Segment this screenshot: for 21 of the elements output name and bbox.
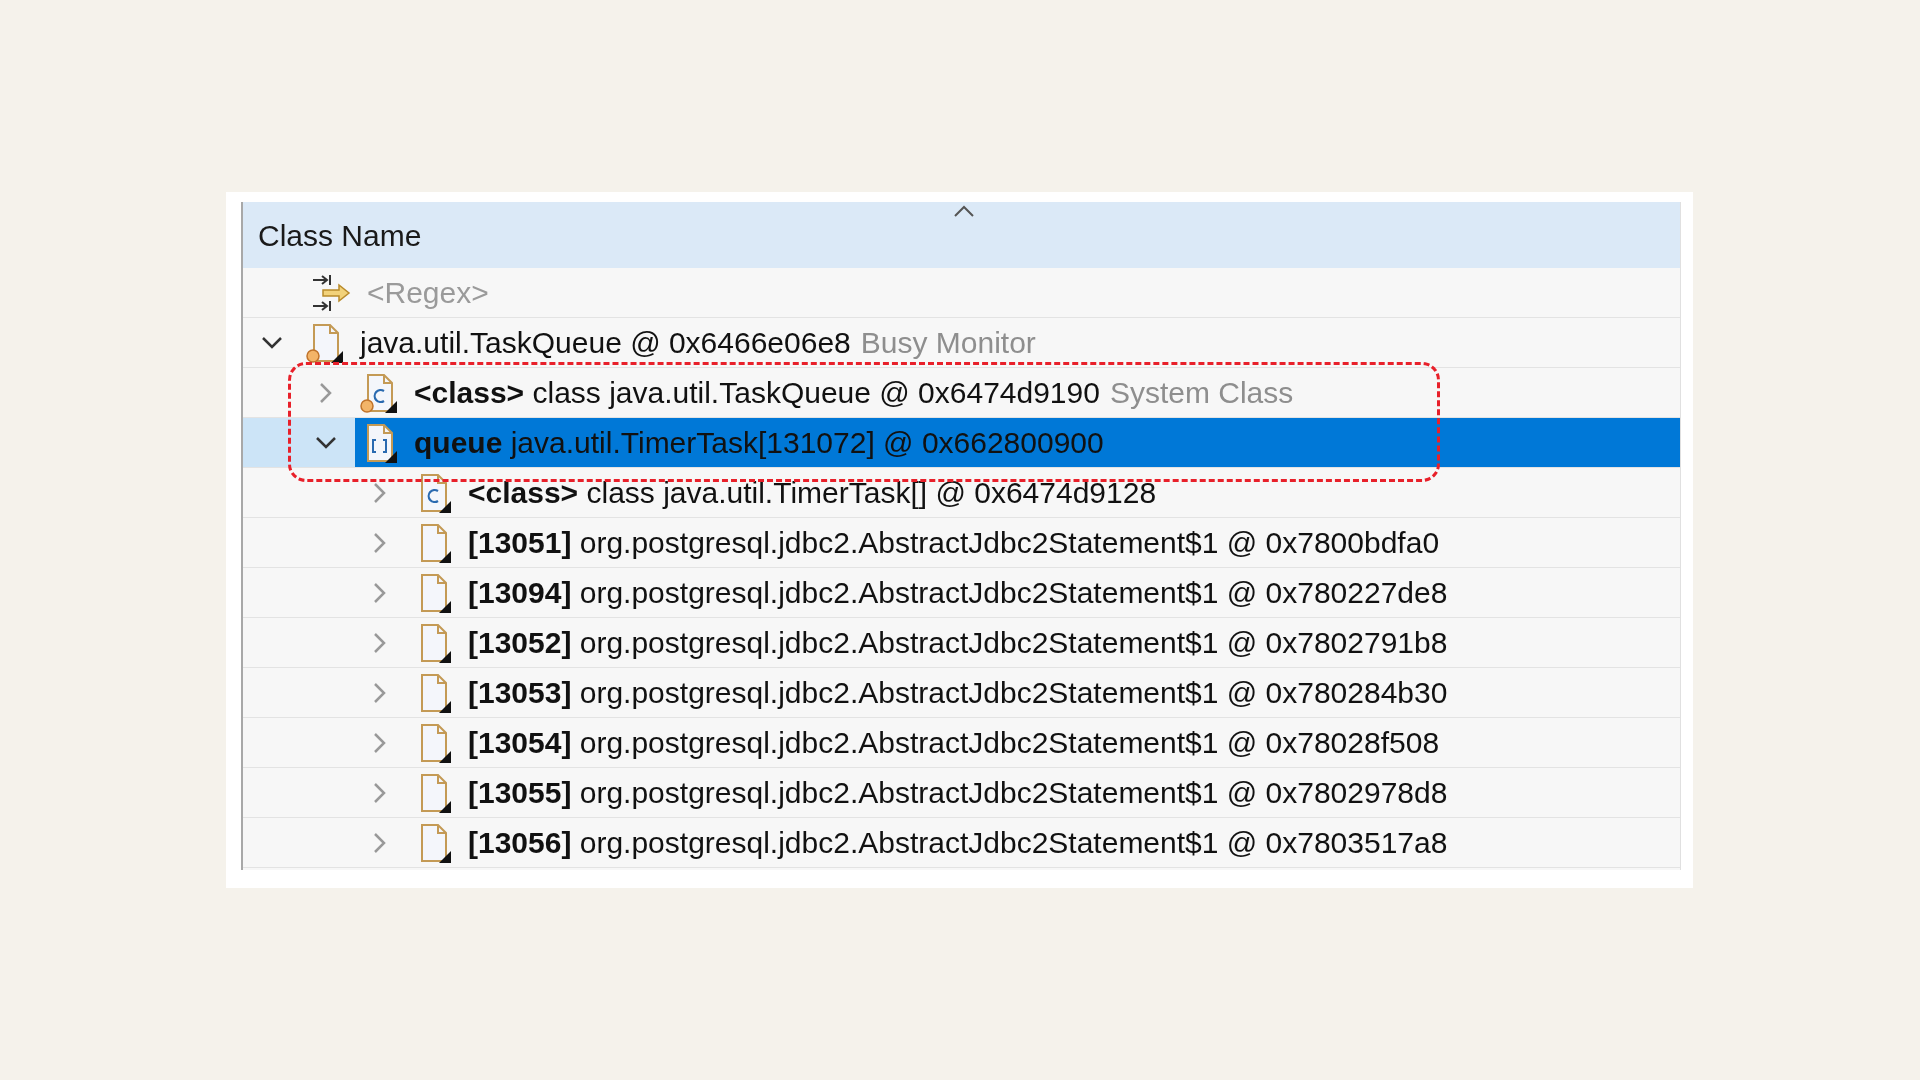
filter-icon xyxy=(311,272,353,313)
tree-item-label: <class> class java.util.TaskQueue @ 0x6474d9190 xyxy=(414,375,1100,411)
object-note: System Class xyxy=(1109,375,1294,411)
tree-item-label: java.util.TaskQueue @ 0x6466e06e8 xyxy=(360,325,851,361)
tree-row[interactable]: queue java.util.TimerTask[131072] @ 0x662800900 xyxy=(243,418,1680,468)
tree-item-label: [13056] org.postgresql.jdbc2.AbstractJdbc2Statement$1 @ 0x7803517a8 xyxy=(468,825,1448,861)
tree-item-label: <class> class java.util.TimerTask[] @ 0x6474d9128 xyxy=(468,475,1157,511)
tree-item-label: [13055] org.postgresql.jdbc2.AbstractJdbc2Statement$1 @ 0x7802978d8 xyxy=(468,775,1448,811)
tree-item-label: [13094] org.postgresql.jdbc2.AbstractJdbc2Statement$1 @ 0x780227de8 xyxy=(468,575,1448,611)
regex-field[interactable]: <Regex> xyxy=(367,270,767,315)
file-icon xyxy=(305,322,345,363)
tree-item-label: [13051] org.postgresql.jdbc2.AbstractJdbc2Statement$1 @ 0x7800bdfa0 xyxy=(468,525,1440,561)
sort-caret-icon xyxy=(953,204,975,218)
class-file-icon xyxy=(359,372,399,413)
object-note: Busy Monitor xyxy=(860,325,1036,361)
tree-item-label: [13054] org.postgresql.jdbc2.AbstractJdbc2Statement$1 @ 0x78028f508 xyxy=(468,725,1440,761)
tree-item-label: [13052] org.postgresql.jdbc2.AbstractJdbc2Statement$1 @ 0x7802791b8 xyxy=(468,625,1448,661)
tree-item-label: [13053] org.postgresql.jdbc2.AbstractJdbc2Statement$1 @ 0x780284b30 xyxy=(468,675,1448,711)
column-header[interactable]: Class Name xyxy=(243,202,1680,268)
column-title: Class Name xyxy=(258,217,422,254)
tree-item-label: queue java.util.TimerTask[131072] @ 0x662800900 xyxy=(414,425,1104,461)
